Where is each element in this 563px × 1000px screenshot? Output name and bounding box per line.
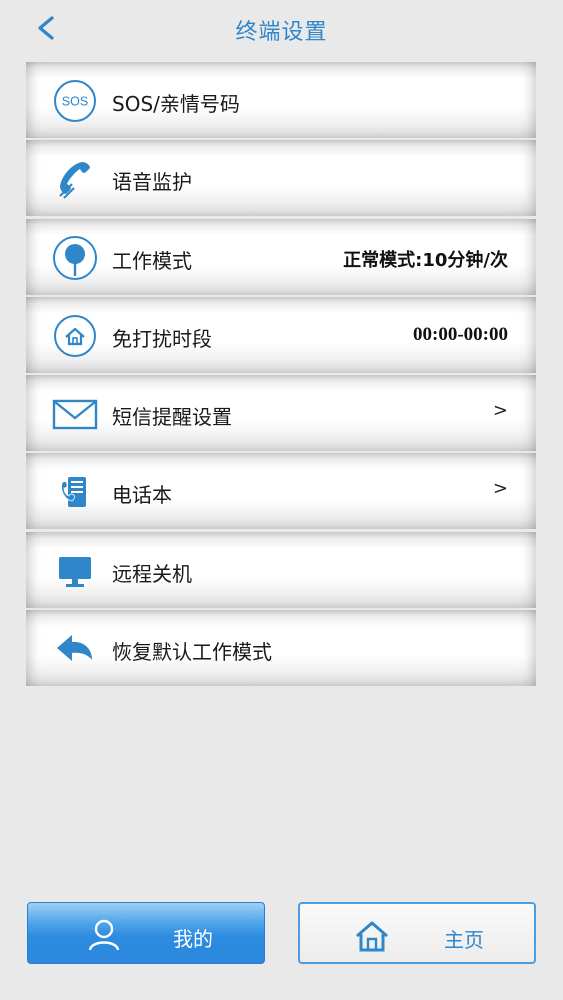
user-icon bbox=[86, 917, 122, 953]
menu-item-label: 短信提醒设置 bbox=[112, 405, 232, 430]
settings-menu: SOS SOS/亲情号码 语音监护 工作模式 正常模式:10分钟/次 免打扰时段… bbox=[26, 62, 536, 688]
home-icon bbox=[354, 918, 390, 954]
menu-item-voice-monitor[interactable]: 语音监护 bbox=[26, 140, 536, 217]
phonebook-icon bbox=[52, 469, 98, 515]
page-title: 终端设置 bbox=[235, 20, 328, 45]
menu-item-label: SOS/亲情号码 bbox=[112, 92, 240, 116]
menu-item-label: 远程关机 bbox=[112, 561, 192, 586]
menu-item-remote-shutdown[interactable]: 远程关机 bbox=[26, 531, 536, 608]
menu-item-label: 工作模式 bbox=[112, 248, 192, 273]
work-mode-value: 正常模式:10分钟/次 bbox=[343, 249, 508, 271]
svg-text:SOS: SOS bbox=[62, 95, 88, 109]
tab-home[interactable]: 主页 bbox=[298, 902, 536, 964]
location-pin-icon bbox=[52, 235, 98, 281]
menu-item-sos-contacts[interactable]: SOS SOS/亲情号码 bbox=[26, 62, 536, 138]
tab-mine[interactable]: 我的 bbox=[27, 902, 265, 964]
menu-item-label: 恢复默认工作模式 bbox=[112, 640, 272, 665]
undo-arrow-icon bbox=[52, 626, 98, 672]
quiet-hours-value: 00:00-00:00 bbox=[413, 323, 508, 345]
menu-item-label: 语音监护 bbox=[112, 170, 192, 195]
tab-home-label: 主页 bbox=[444, 928, 484, 952]
envelope-icon bbox=[52, 391, 98, 437]
menu-item-label: 电话本 bbox=[112, 483, 172, 508]
header: 终端设置 bbox=[0, 0, 563, 58]
phone-handset-icon bbox=[52, 156, 98, 202]
monitor-icon bbox=[52, 548, 98, 594]
sos-icon: SOS bbox=[52, 78, 98, 124]
menu-item-do-not-disturb[interactable]: 免打扰时段 00:00-00:00 bbox=[26, 296, 536, 373]
menu-item-sms-reminder[interactable]: 短信提醒设置 > bbox=[26, 375, 536, 452]
chevron-right-icon: > bbox=[492, 400, 508, 422]
menu-item-phonebook[interactable]: 电话本 > bbox=[26, 453, 536, 530]
chevron-right-icon: > bbox=[492, 478, 508, 500]
menu-item-restore-default[interactable]: 恢复默认工作模式 bbox=[26, 610, 536, 687]
bottom-navigation: 我的 主页 bbox=[0, 902, 563, 970]
home-circle-icon bbox=[52, 313, 98, 359]
tab-mine-label: 我的 bbox=[173, 927, 213, 951]
menu-item-label: 免打扰时段 bbox=[112, 326, 212, 351]
menu-item-work-mode[interactable]: 工作模式 正常模式:10分钟/次 bbox=[26, 218, 536, 295]
